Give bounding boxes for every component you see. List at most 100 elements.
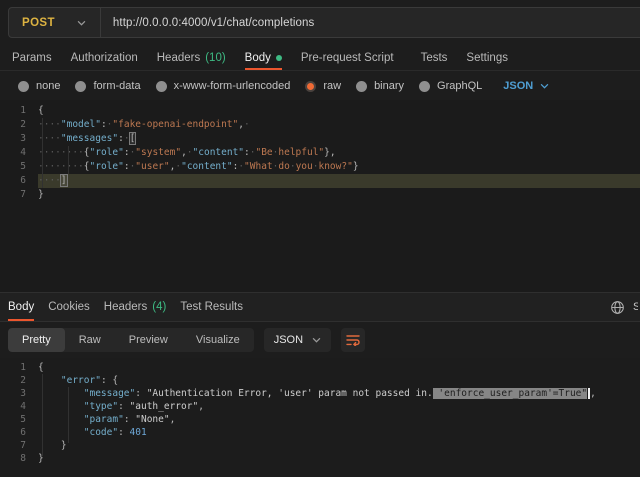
line-number: 4 xyxy=(0,400,26,413)
response-view-switcher: PrettyRawPreviewVisualize xyxy=(8,328,254,352)
code-content: ········{"role":·"user",·"content":·"Wha… xyxy=(38,160,640,174)
tab-label: Headers xyxy=(157,52,200,64)
code-content: { xyxy=(38,361,640,374)
tab-settings[interactable]: Settings xyxy=(466,45,508,70)
body-type-options: none form-data x-www-form-urlencoded raw bin… xyxy=(0,72,640,100)
response-tab-body[interactable]: Body xyxy=(8,293,34,321)
code-content: } xyxy=(38,452,640,465)
code-content: } xyxy=(38,439,640,452)
code-content: ········{"role":·"system",·"content":·"B… xyxy=(38,146,640,160)
tab-label: Authorization xyxy=(71,52,138,64)
unsaved-dot-icon xyxy=(276,55,282,61)
method-label: POST xyxy=(22,17,55,29)
view-button-visualize[interactable]: Visualize xyxy=(182,328,254,352)
line-number: 7 xyxy=(0,188,26,202)
request-url-row: POST http://0.0.0.0:4000/v1/chat/complet… xyxy=(0,0,640,45)
response-body-editor[interactable]: 1{2 "error": {3 "message": "Authenticati… xyxy=(0,358,640,477)
code-line-4[interactable]: 4 "type": "auth_error", xyxy=(0,400,640,413)
tab-count-badge: (4) xyxy=(152,301,166,313)
line-number: 3 xyxy=(0,387,26,400)
code-content: "code": 401 xyxy=(38,426,640,439)
tab-count-badge: (10) xyxy=(205,52,225,64)
globe-icon[interactable] xyxy=(610,300,625,315)
view-button-pretty[interactable]: Pretty xyxy=(8,328,65,352)
request-format-label: JSON xyxy=(503,80,533,92)
response-format-label: JSON xyxy=(274,334,303,346)
view-button-preview[interactable]: Preview xyxy=(115,328,182,352)
code-line-7[interactable]: 7 } xyxy=(0,439,640,452)
chevron-down-icon xyxy=(312,337,321,343)
request-body-editor[interactable]: 1{2····"model":·"fake-openai-endpoint",·… xyxy=(0,100,640,292)
code-line-1[interactable]: 1{ xyxy=(0,104,640,118)
radio-label: form-data xyxy=(93,80,140,92)
code-line-5[interactable]: 5 "param": "None", xyxy=(0,413,640,426)
code-line-7[interactable]: 7} xyxy=(0,188,640,202)
indent-guide xyxy=(68,146,69,174)
tab-label: Pre-request Script xyxy=(301,52,394,64)
response-tab-headers[interactable]: Headers (4) xyxy=(104,293,167,321)
tab-authorization[interactable]: Authorization xyxy=(71,45,138,70)
body-type-form-data[interactable]: form-data xyxy=(75,80,140,92)
radio-label: x-www-form-urlencoded xyxy=(174,80,291,92)
code-content: "error": { xyxy=(38,374,640,387)
body-type-raw[interactable]: raw xyxy=(305,80,341,92)
code-content: "message": "Authentication Error, 'user'… xyxy=(38,387,640,400)
tab-tests[interactable]: Tests xyxy=(421,45,448,70)
body-type-binary[interactable]: binary xyxy=(356,80,404,92)
code-line-8[interactable]: 8} xyxy=(0,452,640,465)
body-type-x-www-form-urlencoded[interactable]: x-www-form-urlencoded xyxy=(156,80,291,92)
wrap-text-button[interactable] xyxy=(341,328,365,352)
code-line-1[interactable]: 1{ xyxy=(0,361,640,374)
tab-label: Body xyxy=(245,52,271,64)
tab-params[interactable]: Params xyxy=(12,45,52,70)
request-url-bar: POST http://0.0.0.0:4000/v1/chat/complet… xyxy=(8,7,640,38)
response-section-header: Body Cookies Headers (4) Test Results S xyxy=(0,292,640,322)
code-content: ····"messages":·[ xyxy=(38,132,640,146)
radio-icon xyxy=(356,81,367,92)
request-tabs: Params Authorization Headers (10) Body Pre-re… xyxy=(0,45,640,71)
tab-label: Body xyxy=(8,301,34,313)
wrap-text-icon xyxy=(346,334,360,346)
tab-headers[interactable]: Headers (10) xyxy=(157,45,226,70)
response-view-bar: PrettyRawPreviewVisualize JSON xyxy=(0,322,640,358)
response-tabs: Body Cookies Headers (4) Test Results xyxy=(8,293,243,321)
indent-guide xyxy=(42,118,43,188)
tab-label: Tests xyxy=(421,52,448,64)
radio-label: none xyxy=(36,80,60,92)
code-line-2[interactable]: 2 "error": { xyxy=(0,374,640,387)
code-line-4[interactable]: 4 ········{"role":·"system",·"content":·"… xyxy=(0,146,640,160)
code-line-6[interactable]: 6 "code": 401 xyxy=(0,426,640,439)
line-number: 7 xyxy=(0,439,26,452)
tab-pre-request-script[interactable]: Pre-request Script xyxy=(301,45,394,70)
tab-label: Cookies xyxy=(48,301,90,313)
chevron-down-icon xyxy=(540,83,549,89)
code-line-6[interactable]: 6····] xyxy=(0,174,640,188)
view-button-raw[interactable]: Raw xyxy=(65,328,115,352)
tab-body[interactable]: Body xyxy=(245,45,282,70)
response-tab-cookies[interactable]: Cookies xyxy=(48,293,90,321)
code-line-5[interactable]: 5········{"role":·"user",·"content":·"Wh… xyxy=(0,160,640,174)
line-number: 4 xyxy=(0,146,26,160)
radio-icon xyxy=(419,81,430,92)
radio-label: raw xyxy=(323,80,341,92)
body-type-graphql[interactable]: GraphQL xyxy=(419,80,482,92)
tab-label: Settings xyxy=(466,52,508,64)
code-content: "type": "auth_error", xyxy=(38,400,640,413)
response-header-right: S xyxy=(610,293,638,321)
url-input[interactable]: http://0.0.0.0:4000/v1/chat/completions xyxy=(101,17,314,29)
tab-label: Headers xyxy=(104,301,147,313)
code-content: ····] xyxy=(38,174,640,188)
code-line-3[interactable]: 3 "message": "Authentication Error, 'use… xyxy=(0,387,640,400)
body-type-none[interactable]: none xyxy=(18,80,60,92)
response-format-selector[interactable]: JSON xyxy=(264,328,331,352)
chevron-down-icon xyxy=(77,20,86,26)
code-content: { xyxy=(38,104,640,118)
line-number: 1 xyxy=(0,361,26,374)
radio-icon xyxy=(18,81,29,92)
code-line-3[interactable]: 3····"messages":·[ xyxy=(0,132,640,146)
line-number: 5 xyxy=(0,413,26,426)
response-tab-test-results[interactable]: Test Results xyxy=(180,293,243,321)
method-selector[interactable]: POST xyxy=(9,8,100,37)
code-line-2[interactable]: 2····"model":·"fake-openai-endpoint",· xyxy=(0,118,640,132)
request-format-selector[interactable]: JSON xyxy=(503,80,549,92)
